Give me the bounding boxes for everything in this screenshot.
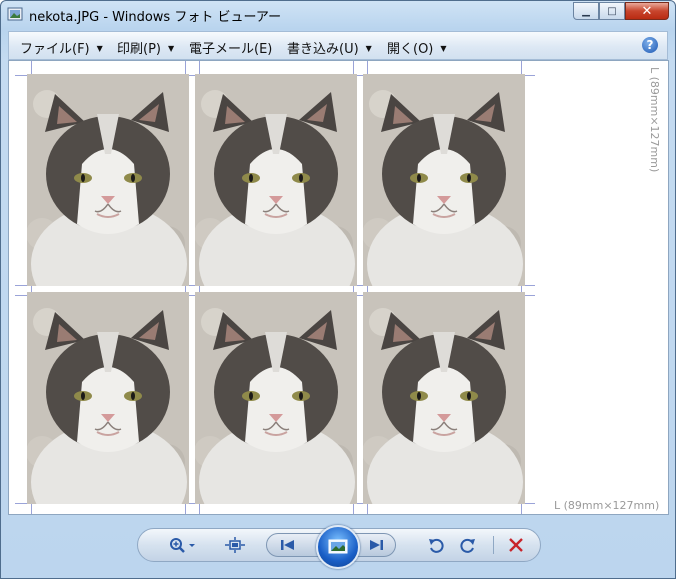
rotate-cw-icon: [460, 538, 475, 553]
delete-icon: [509, 538, 523, 552]
paper-size-label: L (89mm×127mm): [554, 499, 660, 512]
menu-file[interactable]: ファイル(F) ▼: [20, 38, 103, 57]
toolbar-divider: [492, 529, 494, 561]
close-icon: ✕: [641, 3, 653, 19]
chevron-down-icon: ▼: [365, 44, 372, 53]
minimize-icon: ▁: [582, 5, 590, 17]
fit-to-window-icon: [225, 537, 245, 553]
maximize-icon: □: [607, 5, 617, 17]
print-preview-area: L (89mm×127mm) L (89mm×127mm): [8, 60, 669, 515]
photo-viewer-window: nekota.JPG - Windows フォト ビューアー ▁ □ ✕ ファイ…: [0, 0, 676, 579]
menu-print[interactable]: 印刷(P) ▼: [117, 38, 174, 57]
photo-thumbnail: [363, 74, 525, 286]
rotate-counterclockwise-button[interactable]: [424, 529, 448, 561]
menu-open[interactable]: 開く(O) ▼: [387, 38, 447, 57]
zoom-button[interactable]: [166, 529, 200, 561]
menu-print-label: 印刷(P): [117, 42, 161, 57]
photo-thumbnail: [363, 292, 525, 504]
window-title: nekota.JPG - Windows フォト ビューアー: [29, 10, 282, 25]
close-button[interactable]: ✕: [625, 2, 669, 20]
photo-thumbnail: [27, 74, 189, 286]
photo-thumbnail: [27, 292, 189, 504]
photo-viewer-app-icon: [7, 7, 23, 21]
zoom-icon: [170, 538, 195, 553]
next-button[interactable]: [363, 534, 389, 556]
slideshow-icon: [328, 539, 348, 554]
maximize-button[interactable]: □: [599, 2, 625, 20]
help-icon[interactable]: ?: [642, 37, 658, 53]
chevron-down-icon: ▼: [440, 44, 447, 53]
rotate-ccw-icon: [429, 538, 444, 553]
caption-buttons: ▁ □ ✕: [573, 2, 669, 21]
minimize-button[interactable]: ▁: [573, 2, 599, 20]
slideshow-button[interactable]: [316, 525, 360, 569]
bottom-toolbar: [137, 525, 541, 569]
photo-thumbnail: [195, 74, 357, 286]
rotate-clockwise-button[interactable]: [456, 529, 480, 561]
previous-button[interactable]: [275, 534, 301, 556]
fit-to-window-button[interactable]: [222, 529, 248, 561]
menu-file-label: ファイル(F): [20, 42, 90, 57]
photo-thumbnail: [195, 292, 357, 504]
paper-size-label-vertical: L (89mm×127mm): [648, 67, 661, 173]
next-icon: [370, 540, 383, 550]
menu-bar: ファイル(F) ▼ 印刷(P) ▼ 電子メール(E) 書き込み(U) ▼ 開く(O) ▼…: [8, 31, 668, 60]
delete-button[interactable]: [504, 529, 528, 561]
previous-icon: [281, 540, 294, 550]
menu-burn[interactable]: 書き込み(U) ▼: [287, 38, 372, 57]
menu-email[interactable]: 電子メール(E): [189, 38, 272, 57]
chevron-down-icon: ▼: [167, 44, 175, 53]
menu-burn-label: 書き込み(U): [287, 42, 359, 57]
chevron-down-icon: ▼: [96, 44, 103, 53]
title-bar[interactable]: nekota.JPG - Windows フォト ビューアー ▁ □ ✕: [1, 1, 675, 29]
menu-open-label: 開く(O): [387, 42, 434, 57]
menu-email-label: 電子メール(E): [189, 42, 273, 57]
